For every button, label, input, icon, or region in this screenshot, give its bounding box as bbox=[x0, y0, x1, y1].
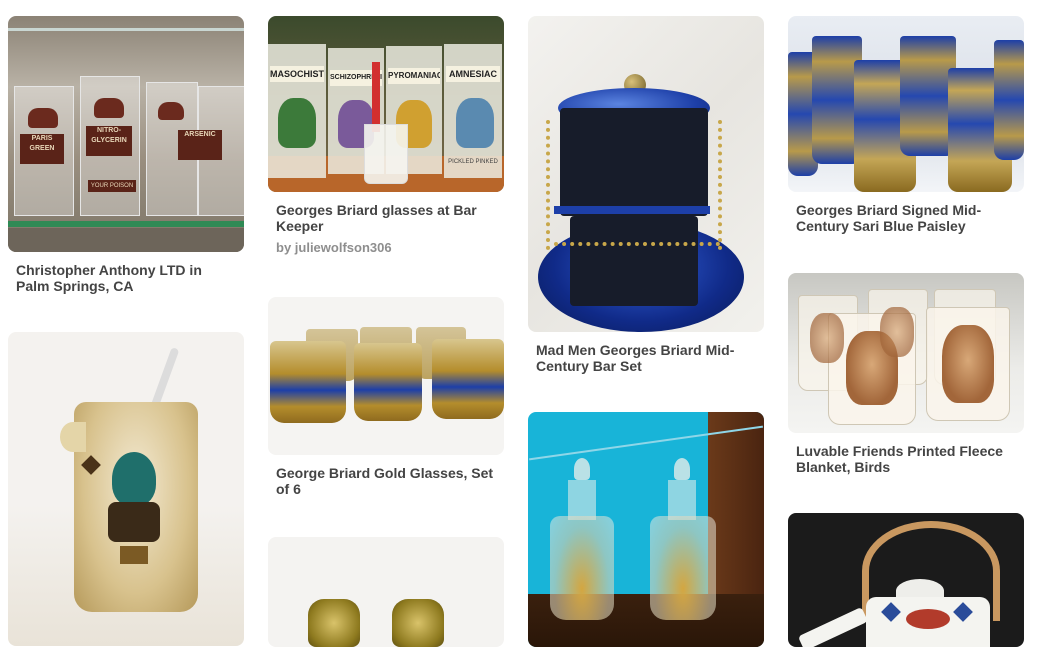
pin-owls[interactable]: Luvable Friends Printed Fleece Blanket, … bbox=[788, 273, 1024, 475]
pin-image-teapot[interactable] bbox=[788, 513, 1024, 647]
pin-image-gold-glasses[interactable] bbox=[268, 297, 504, 455]
label-your-poison: YOUR POISON bbox=[88, 180, 136, 192]
pin-pitcher[interactable] bbox=[8, 332, 244, 646]
label-amnesiac: AMNESIAC bbox=[446, 66, 500, 82]
pin-image-bar-set[interactable] bbox=[528, 16, 764, 332]
label-pyromaniac: PYROMANIAC bbox=[388, 68, 440, 84]
pin-caption[interactable]: Luvable Friends Printed Fleece Blanket, … bbox=[796, 443, 1016, 475]
pin-caption[interactable]: Christopher Anthony LTD in Palm Springs,… bbox=[16, 262, 236, 294]
pin-image-pitcher[interactable] bbox=[8, 332, 244, 646]
pin-image-cabinet[interactable]: PARIS GREEN NITRO-GLYCERIN ARSENIC YOUR … bbox=[8, 16, 244, 252]
pin-image-cruets[interactable] bbox=[528, 412, 764, 647]
pin-caption[interactable]: Georges Briard Signed Mid-Century Sari B… bbox=[796, 202, 1016, 234]
pin-cabinet[interactable]: PARIS GREEN NITRO-GLYCERIN ARSENIC YOUR … bbox=[8, 16, 244, 294]
pin-bar-keeper[interactable]: MASOCHIST SCHIZOPHRENIC PYROMANIAC AMNES… bbox=[268, 16, 504, 255]
label-paris-green: PARIS GREEN bbox=[20, 134, 64, 164]
pin-image-owls[interactable] bbox=[788, 273, 1024, 433]
label-masochist: MASOCHIST bbox=[270, 66, 324, 82]
pin-gold-candle[interactable] bbox=[268, 537, 504, 647]
pin-caption[interactable]: George Briard Gold Glasses, Set of 6 bbox=[276, 465, 496, 497]
pin-sari-paisley[interactable]: Georges Briard Signed Mid-Century Sari B… bbox=[788, 16, 1024, 234]
pin-caption[interactable]: Georges Briard glasses at Bar Keeper bbox=[276, 202, 496, 234]
pin-bar-set[interactable]: Mad Men Georges Briard Mid-Century Bar S… bbox=[528, 16, 764, 374]
pin-byline[interactable]: by juliewolfson306 bbox=[276, 240, 496, 255]
label-pickled-pinked: PICKLED PINKED bbox=[448, 159, 498, 165]
pin-image-bar-keeper[interactable]: MASOCHIST SCHIZOPHRENIC PYROMANIAC AMNES… bbox=[268, 16, 504, 192]
pin-gold-glasses[interactable]: George Briard Gold Glasses, Set of 6 bbox=[268, 297, 504, 497]
pin-image-sari-paisley[interactable] bbox=[788, 16, 1024, 192]
pin-teapot[interactable] bbox=[788, 513, 1024, 647]
pin-image-gold-candle[interactable] bbox=[268, 537, 504, 647]
label-arsenic: ARSENIC bbox=[178, 130, 222, 160]
pin-caption[interactable]: Mad Men Georges Briard Mid-Century Bar S… bbox=[536, 342, 756, 374]
label-nitro-glycerin: NITRO-GLYCERIN bbox=[86, 126, 132, 156]
pin-cruets[interactable] bbox=[528, 412, 764, 647]
